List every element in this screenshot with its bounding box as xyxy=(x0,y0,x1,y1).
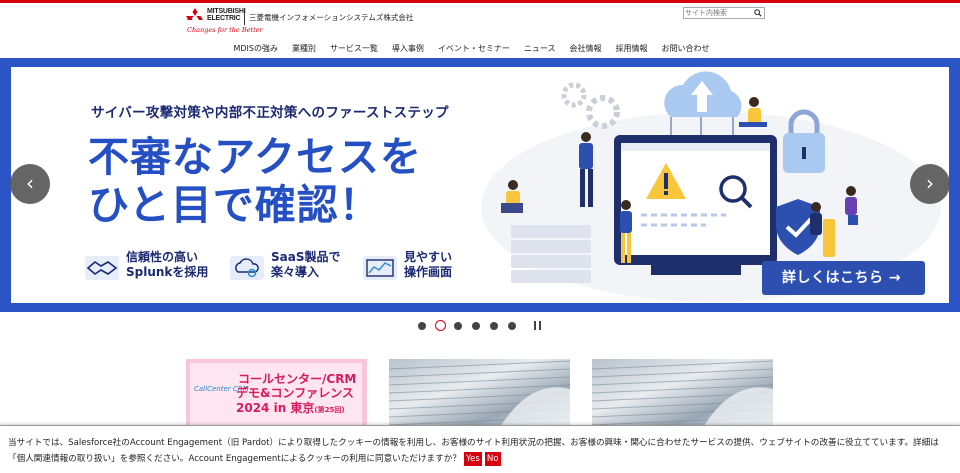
cookie-yes-button[interactable]: Yes xyxy=(463,451,482,466)
hero-subtitle: サイバー攻撃対策や内部不正対策へのファーストステップ xyxy=(91,105,449,121)
site-search xyxy=(683,7,765,19)
newspaper-image xyxy=(389,360,570,429)
event-title-line3: 2024 in 東京(第25回) xyxy=(236,402,345,417)
cookie-no-button[interactable]: No xyxy=(484,451,501,466)
monitor-warning xyxy=(614,135,777,275)
feature-ui-text: 見やすい 操作画面 xyxy=(404,250,452,280)
hero-headline: 不審なアクセスを ひと目で確認！ xyxy=(88,133,422,229)
feature-splunk-line1: 信頼性の高い xyxy=(126,250,199,264)
carousel-prev-button[interactable]: ‹ xyxy=(10,164,50,204)
event-card-callcenter[interactable]: CallCenter CRM コールセンター/CRM デモ&コンファレンス 20… xyxy=(186,359,367,429)
gear-icon xyxy=(561,82,620,129)
corporate-name: 三菱電機インフォメーションシステムズ株式会社 xyxy=(249,13,414,22)
nav-item-events[interactable]: イベント・セミナー xyxy=(438,43,510,57)
feature-saas-line2: 楽々導入 xyxy=(271,265,320,279)
brand-line1: MITSUBISHI xyxy=(207,8,246,15)
carousel-dot-3[interactable] xyxy=(454,322,462,330)
hero-banner[interactable]: サイバー攻撃対策や内部不正対策へのファーストステップ 不審なアクセスを ひと目で… xyxy=(0,58,960,312)
global-nav: MDISの強み 業種別 サービス一覧 導入事例 イベント・セミナー ニュース 会… xyxy=(0,43,960,57)
nav-item-industries[interactable]: 業種別 xyxy=(292,43,316,57)
hero-headline-line2: ひと目で確認！ xyxy=(88,181,381,229)
chart-screen-icon xyxy=(363,256,397,280)
carousel-pause-icon[interactable] xyxy=(534,321,542,330)
feature-splunk-text: 信頼性の高い Splunkを採用 xyxy=(126,250,208,280)
nav-item-services[interactable]: サービス一覧 xyxy=(330,43,378,57)
nav-item-recruit[interactable]: 採用情報 xyxy=(616,43,648,57)
nav-item-contact[interactable]: お問い合わせ xyxy=(662,43,710,57)
details-button[interactable]: 詳しくはこちら → xyxy=(762,261,925,295)
nav-item-company[interactable]: 会社情報 xyxy=(570,43,602,57)
feature-saas-text: SaaS製品で 楽々導入 xyxy=(271,250,340,280)
hero-slide: サイバー攻撃対策や内部不正対策へのファーストステップ 不審なアクセスを ひと目で… xyxy=(11,67,949,303)
company-logo[interactable]: MITSUBISHI ELECTRIC 三菱電機インフォメーションシステムズ株式… xyxy=(186,8,413,36)
carousel-dot-4[interactable] xyxy=(472,322,480,330)
news-card-2[interactable] xyxy=(389,359,570,429)
site-header: MITSUBISHI ELECTRIC 三菱電機インフォメーションシステムズ株式… xyxy=(0,3,960,57)
cloud-gear-icon xyxy=(230,256,264,280)
event-title-edition: (第25回) xyxy=(314,406,345,414)
event-card-body: CallCenter CRM コールセンター/CRM デモ&コンファレンス 20… xyxy=(190,363,362,429)
event-title-line1: コールセンター/CRM xyxy=(238,372,357,386)
search-input[interactable] xyxy=(685,8,753,18)
mitsubishi-diamonds-icon xyxy=(186,8,203,20)
feature-saas-line1: SaaS製品で xyxy=(271,250,341,264)
tagline: Changes for the Better xyxy=(187,26,263,34)
brand-line2: ELECTRIC xyxy=(207,15,241,22)
handshake-icon xyxy=(85,256,119,280)
feature-splunk-line2: Splunkを採用 xyxy=(126,265,209,279)
cloud-upload-icon xyxy=(664,71,742,117)
nav-item-strengths[interactable]: MDISの強み xyxy=(233,43,278,57)
news-card-3[interactable] xyxy=(592,359,773,429)
event-title-year: 2024 in 東京 xyxy=(236,401,315,415)
hero-headline-line1: 不審なアクセスを xyxy=(88,133,422,181)
chevron-right-icon: › xyxy=(926,171,934,195)
feature-ui-line2: 操作画面 xyxy=(404,265,453,279)
carousel-dot-2[interactable] xyxy=(435,320,446,331)
carousel-next-button[interactable]: › xyxy=(910,164,950,204)
cookie-message: 当サイトでは、Salesforce社のAccount Engagement（旧 … xyxy=(8,435,953,467)
chevron-left-icon: ‹ xyxy=(26,171,34,195)
cookie-consent-banner: 当サイトでは、Salesforce社のAccount Engagement（旧 … xyxy=(0,425,960,473)
logo-divider xyxy=(244,9,245,25)
search-icon[interactable] xyxy=(754,9,762,17)
feature-ui-line1: 見やすい xyxy=(404,250,453,264)
carousel-dot-1[interactable] xyxy=(418,322,426,330)
nav-item-news[interactable]: ニュース xyxy=(524,43,556,57)
nav-item-case-studies[interactable]: 導入事例 xyxy=(392,43,424,57)
carousel-dot-5[interactable] xyxy=(490,322,498,330)
carousel-dot-6[interactable] xyxy=(508,322,516,330)
event-title-line2: デモ&コンファレンス xyxy=(236,386,354,400)
newspaper-image xyxy=(592,360,773,429)
